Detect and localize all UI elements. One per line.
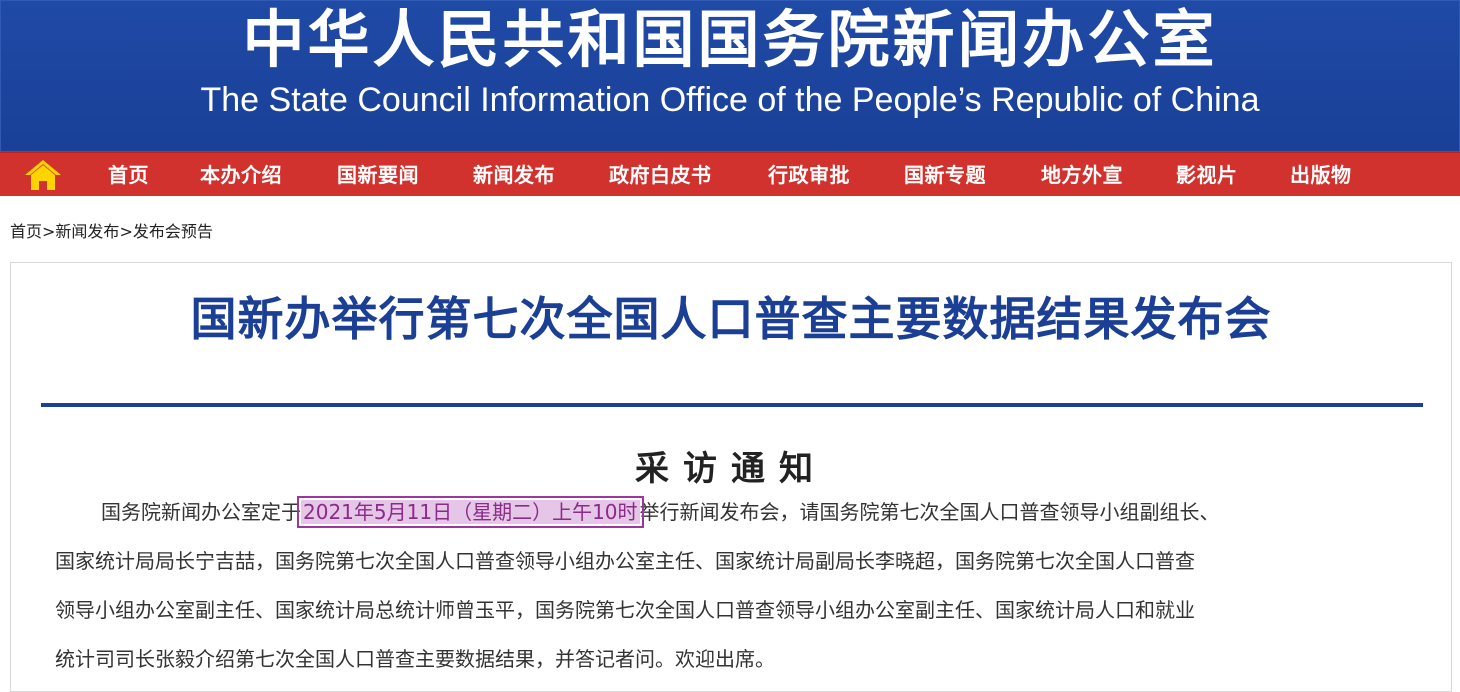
nav-item-publications[interactable]: 出版物 <box>1290 153 1352 197</box>
nav-item-special-topics[interactable]: 国新专题 <box>904 153 986 197</box>
nav-item-videos[interactable]: 影视片 <box>1176 153 1238 197</box>
main-navigation: 首页 本办介绍 国新要闻 新闻发布 政府白皮书 行政审批 国新专题 地方外宣 影… <box>0 152 1460 196</box>
breadcrumb-home[interactable]: 首页 <box>10 222 42 241</box>
breadcrumb-separator: > <box>42 222 56 241</box>
nav-item-home[interactable]: 首页 <box>108 153 149 197</box>
paragraph-line-4: 统计司司长张毅介绍第七次全国人口普查主要数据结果，并答记者问。欢迎出席。 <box>55 647 775 671</box>
paragraph-line-3: 领导小组办公室副主任、国家统计局总统计师曾玉平，国务院第七次全国人口普查领导小组… <box>55 598 1195 622</box>
home-icon <box>25 160 61 190</box>
article-title: 国新办举行第七次全国人口普查主要数据结果发布会 <box>190 292 1272 346</box>
breadcrumb-press-conference-preview[interactable]: 发布会预告 <box>133 222 213 241</box>
paragraph-line-1: 国务院新闻办公室定于 2021年5月11日（星期二）上午10时 举行新闻发布会，请国… <box>101 496 1220 528</box>
paragraph-prefix: 国务院新闻办公室定于 <box>101 500 301 524</box>
nav-item-local-publicity[interactable]: 地方外宣 <box>1041 153 1123 197</box>
paragraph-line-2: 国家统计局局长宁吉喆，国务院第七次全国人口普查领导小组办公室主任、国家统计局副局… <box>55 549 1195 573</box>
site-title-english[interactable]: The State Council Information Office of … <box>0 80 1460 120</box>
breadcrumb: 首页>新闻发布>发布会预告 <box>10 218 213 242</box>
breadcrumb-separator: > <box>119 222 133 241</box>
site-title-chinese[interactable]: 中华人民共和国国务院新闻办公室 <box>0 4 1460 76</box>
highlighted-date: 2021年5月11日（星期二）上午10时 <box>297 496 644 528</box>
nav-item-news[interactable]: 国新要闻 <box>337 153 419 197</box>
nav-item-white-papers[interactable]: 政府白皮书 <box>609 153 712 197</box>
nav-item-about[interactable]: 本办介绍 <box>200 153 282 197</box>
breadcrumb-press-releases[interactable]: 新闻发布 <box>55 222 119 241</box>
site-header: 中华人民共和国国务院新闻办公室 The State Council Inform… <box>0 0 1460 152</box>
nav-item-press-releases[interactable]: 新闻发布 <box>473 153 555 197</box>
paragraph-line-1-rest: 举行新闻发布会，请国务院第七次全国人口普查领导小组副组长、 <box>639 500 1220 524</box>
title-divider <box>41 403 1423 407</box>
article-panel: 国新办举行第七次全国人口普查主要数据结果发布会 采访通知 国务院新闻办公室定于 2… <box>10 262 1452 692</box>
nav-item-administrative-approval[interactable]: 行政审批 <box>768 153 850 197</box>
home-button[interactable] <box>20 156 66 194</box>
notice-heading: 采访通知 <box>635 449 827 489</box>
